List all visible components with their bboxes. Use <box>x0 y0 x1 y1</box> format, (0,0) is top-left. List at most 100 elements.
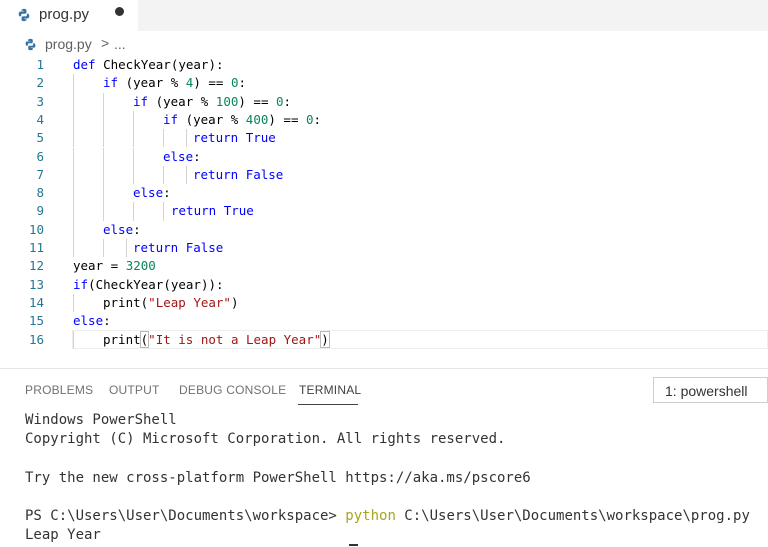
line-number: 1 <box>36 57 44 72</box>
indent-guide <box>73 165 74 185</box>
code-text: else: <box>103 221 141 237</box>
python-file-icon <box>18 8 30 22</box>
code-line: 8 else: <box>0 184 768 203</box>
indent-guide <box>133 110 134 130</box>
indent-guide <box>73 184 74 203</box>
indent-guide <box>133 129 134 148</box>
code-text: return True <box>193 130 276 146</box>
indent-guide <box>163 129 164 148</box>
code-line: 13 if(CheckYear(year)): <box>0 276 768 294</box>
python-file-icon <box>25 38 36 51</box>
line-number: 11 <box>28 240 44 255</box>
terminal-line: Try the new cross-platform PowerShell ht… <box>25 470 531 486</box>
tab-label: prog.py <box>39 6 90 23</box>
indent-guide <box>73 147 74 166</box>
code-editor[interactable]: 1 def CheckYear(year): 2 if (year % 4) =… <box>0 56 768 356</box>
tab-output[interactable]: OUTPUT <box>109 383 160 397</box>
code-text: print("Leap Year") <box>103 294 239 310</box>
indent-guide <box>73 202 74 221</box>
code-text: else: <box>73 313 111 329</box>
indent-guide <box>133 165 134 185</box>
code-text: if(CheckYear(year)): <box>73 276 224 292</box>
indent-guide <box>186 165 187 185</box>
indent-guide <box>73 239 74 258</box>
code-line: 14 print("Leap Year") <box>0 293 768 313</box>
tab-debug-console[interactable]: DEBUG CONSOLE <box>179 383 286 397</box>
indent-guide <box>103 165 104 185</box>
line-number: 13 <box>28 276 44 292</box>
code-line: 16 print("It is not a Leap Year") <box>0 330 768 349</box>
line-number: 7 <box>36 166 44 182</box>
line-number: 8 <box>36 185 44 201</box>
indent-guide <box>103 239 104 258</box>
terminal-command-line: PS C:\Users\User\Documents\workspace> py… <box>25 507 750 526</box>
code-text: return False <box>193 166 284 182</box>
breadcrumb-file[interactable]: prog.py <box>45 36 92 52</box>
code-line: 15 else: <box>0 312 768 330</box>
code-text: if (year % 400) == 0: <box>163 111 322 127</box>
indent-guide <box>73 330 74 349</box>
terminal-output: Leap Year <box>25 527 101 543</box>
line-number: 3 <box>36 93 44 109</box>
tab-problems[interactable]: PROBLEMS <box>25 383 93 397</box>
code-text: else: <box>133 185 171 201</box>
indent-guide <box>73 220 74 239</box>
code-line: 12 year = 3200 <box>0 257 768 275</box>
unsaved-dot-icon[interactable] <box>115 7 124 16</box>
indent-guide <box>73 293 74 313</box>
indent-guide <box>133 147 134 166</box>
indent-guide <box>73 129 74 148</box>
code-line: 9 return True <box>0 202 768 221</box>
code-line: 7 return False <box>0 165 768 185</box>
line-number: 10 <box>28 221 44 237</box>
indent-guide <box>73 74 74 93</box>
terminal-line: Copyright (C) Microsoft Corporation. All… <box>25 431 506 447</box>
terminal-line: Windows PowerShell <box>25 412 177 428</box>
tab-terminal[interactable]: TERMINAL <box>299 383 361 397</box>
code-line: 11 return False <box>0 239 768 258</box>
code-text: if (year % 100) == 0: <box>133 93 292 109</box>
code-text: else: <box>163 148 201 164</box>
code-line: 3 if (year % 100) == 0: <box>0 92 768 111</box>
line-number: 12 <box>28 258 44 274</box>
indent-guide <box>103 202 104 221</box>
code-text: return False <box>133 240 224 255</box>
terminal-prompt: PS C:\Users\User\Documents\workspace> <box>25 508 346 524</box>
code-line: 10 else: <box>0 220 768 239</box>
indent-guide <box>163 165 164 185</box>
line-number: 6 <box>36 148 44 164</box>
indent-guide <box>103 92 104 111</box>
indent-guide <box>126 239 127 258</box>
indent-guide <box>133 202 134 221</box>
code-text: print("It is not a Leap Year") <box>103 330 330 348</box>
code-text: if (year % 4) == 0: <box>103 75 247 91</box>
shell-select-value: 1: powershell <box>665 383 748 399</box>
line-number: 2 <box>36 75 44 91</box>
indent-guide <box>186 129 187 148</box>
code-line: 5 return True <box>0 129 768 148</box>
code-line: 1 def CheckYear(year): <box>0 56 768 74</box>
indent-guide <box>73 110 74 130</box>
breadcrumb-more[interactable]: ... <box>114 36 126 52</box>
code-line: 6 else: <box>0 147 768 166</box>
terminal-command-arg: C:\Users\User\Documents\workspace\prog.p… <box>395 508 750 524</box>
code-text: return True <box>171 203 254 219</box>
indent-guide <box>73 92 74 111</box>
code-line: 4 if (year % 400) == 0: <box>0 110 768 130</box>
editor-tab-bar: prog.py <box>0 0 768 31</box>
line-number: 15 <box>28 313 44 329</box>
line-number: 14 <box>28 294 44 310</box>
terminal-shell-select[interactable]: 1: powershell <box>653 377 768 403</box>
code-line: 2 if (year % 4) == 0: <box>0 74 768 93</box>
bottom-panel: PROBLEMS OUTPUT DEBUG CONSOLE TERMINAL 1… <box>0 369 768 547</box>
breadcrumb: prog.py > ... <box>0 31 768 56</box>
indent-guide <box>103 184 104 203</box>
indent-guide <box>163 202 164 221</box>
line-number: 16 <box>28 331 44 347</box>
active-tab-indicator <box>298 404 358 405</box>
line-number: 4 <box>36 111 44 127</box>
terminal-cursor <box>349 544 358 546</box>
tab-prog-py[interactable]: prog.py <box>0 0 138 31</box>
indent-guide <box>103 129 104 148</box>
code-text: def CheckYear(year): <box>73 57 224 72</box>
